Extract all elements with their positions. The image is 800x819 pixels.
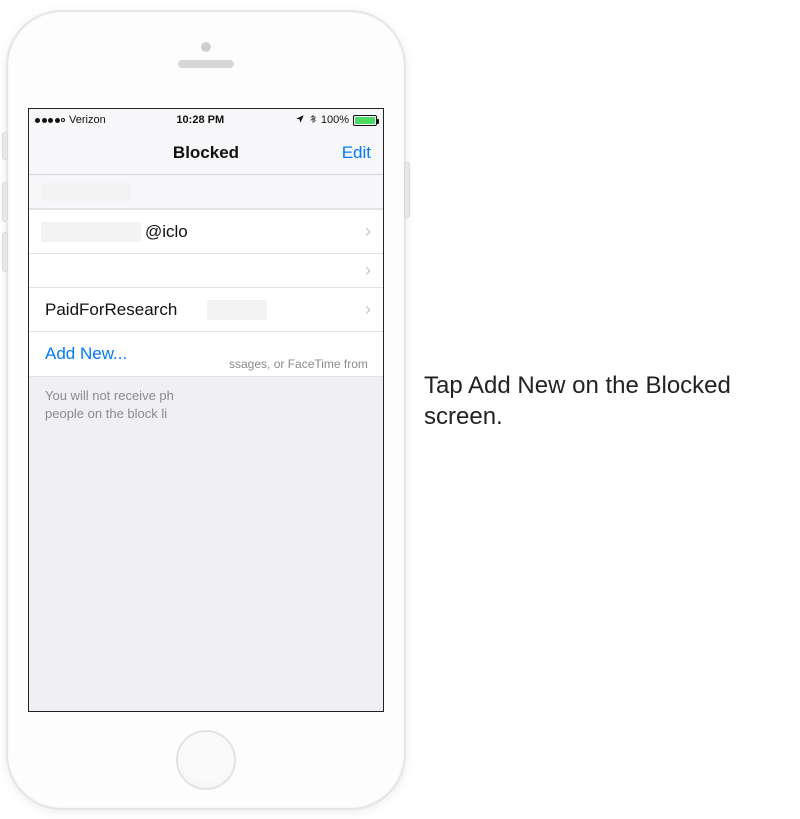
list-item[interactable]: @iclo › — [29, 210, 383, 254]
front-camera-icon — [201, 42, 211, 52]
volume-up-button — [2, 182, 8, 222]
footer-line-2: people on the block li — [45, 406, 167, 421]
instruction-text: Tap Add New on the Blocked screen. — [424, 370, 774, 432]
overlap-fragment-text: ssages, or FaceTime from — [229, 357, 368, 371]
footer-help-text: You will not receive ph people on the bl… — [29, 377, 383, 432]
volume-down-button — [2, 232, 8, 272]
nav-bar: Blocked Edit — [29, 131, 383, 175]
status-time: 10:28 PM — [176, 114, 224, 126]
list-item-label: PaidForResearch — [45, 300, 177, 320]
battery-percent-label: 100% — [321, 114, 349, 126]
mute-switch — [2, 132, 8, 160]
earpiece-speaker-icon — [178, 60, 234, 68]
phone-screen: Verizon 10:28 PM 100% Blocked Edit — [28, 108, 384, 712]
phone-frame: Verizon 10:28 PM 100% Blocked Edit — [6, 10, 406, 810]
list-item[interactable]: › — [29, 254, 383, 288]
footer-line-1: You will not receive ph — [45, 388, 174, 403]
add-new-label: Add New... — [45, 344, 127, 364]
edit-button[interactable]: Edit — [342, 143, 371, 163]
location-arrow-icon — [295, 114, 305, 127]
chevron-right-icon: › — [365, 260, 371, 281]
earpiece-area — [8, 42, 404, 92]
signal-strength-icon — [35, 118, 65, 123]
bluetooth-icon — [309, 113, 317, 128]
status-right: 100% — [295, 113, 377, 128]
home-button[interactable] — [176, 730, 236, 790]
list-item[interactable] — [29, 175, 383, 209]
list-item[interactable]: PaidForResearch › — [29, 288, 383, 332]
chevron-right-icon: › — [365, 299, 371, 320]
power-button — [404, 162, 410, 218]
battery-icon — [353, 115, 377, 126]
carrier-label: Verizon — [69, 114, 106, 126]
status-bar: Verizon 10:28 PM 100% — [29, 109, 383, 131]
blocked-list: @iclo › › PaidForResearch › Add New... — [29, 209, 383, 377]
chevron-right-icon: › — [365, 221, 371, 242]
status-left: Verizon — [35, 114, 106, 126]
page-title: Blocked — [29, 143, 383, 163]
